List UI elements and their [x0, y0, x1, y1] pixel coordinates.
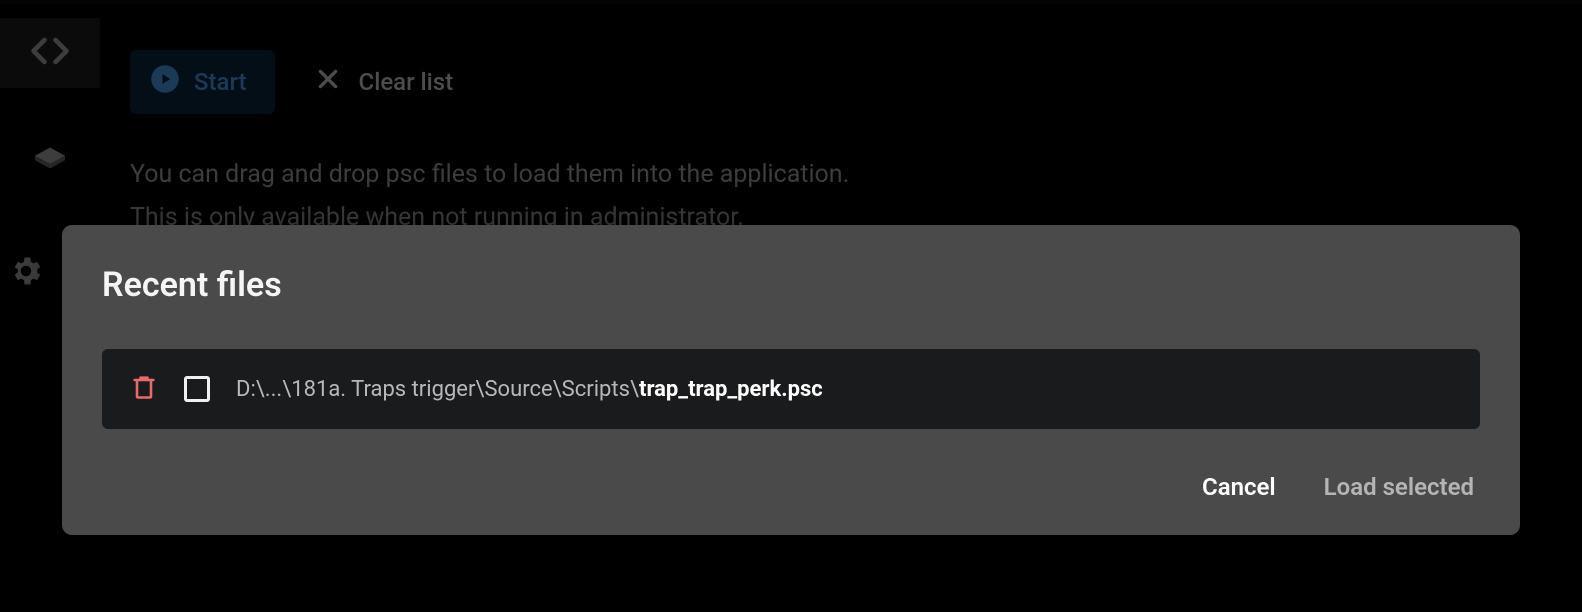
recent-files-dialog: Recent files D:\...\181a. Traps trigger\…	[62, 225, 1520, 535]
modal-overlay: Recent files D:\...\181a. Traps trigger\…	[0, 0, 1582, 612]
file-path: D:\...\181a. Traps trigger\Source\Script…	[236, 377, 823, 402]
trash-icon	[130, 373, 158, 405]
file-name: trap_trap_perk.psc	[639, 377, 823, 402]
cancel-button[interactable]: Cancel	[1202, 473, 1276, 501]
dialog-title: Recent files	[102, 265, 1480, 305]
file-checkbox[interactable]	[184, 376, 210, 402]
recent-file-row[interactable]: D:\...\181a. Traps trigger\Source\Script…	[102, 349, 1480, 429]
file-dir: D:\...\181a. Traps trigger\Source\Script…	[236, 377, 639, 402]
delete-file-button[interactable]	[130, 373, 158, 405]
load-selected-button[interactable]: Load selected	[1324, 473, 1474, 501]
dialog-actions: Cancel Load selected	[102, 473, 1480, 511]
